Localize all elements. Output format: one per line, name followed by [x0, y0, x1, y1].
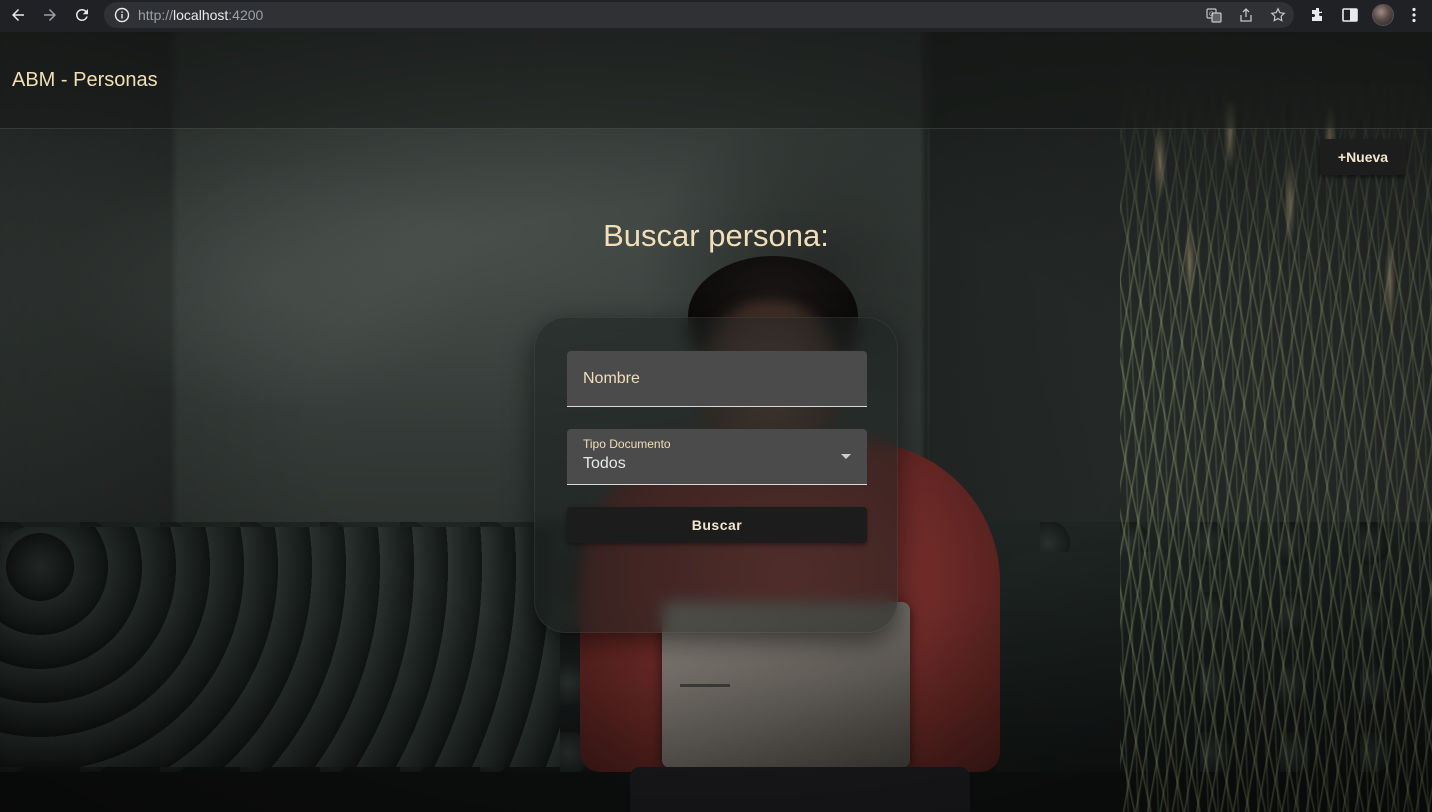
- forward-icon[interactable]: [38, 3, 62, 27]
- page-title: Buscar persona:: [603, 218, 829, 253]
- search-button[interactable]: Buscar: [567, 507, 867, 543]
- address-bar[interactable]: http://localhost:4200 G: [104, 2, 1294, 28]
- dropdown-arrow-icon: [841, 454, 851, 459]
- kebab-menu-icon[interactable]: [1405, 6, 1423, 24]
- tipo-documento-select[interactable]: Tipo Documento Todos: [567, 429, 867, 485]
- search-form-card: Nombre Tipo Documento Todos Buscar: [534, 317, 898, 633]
- app-title: ABM - Personas: [12, 69, 158, 91]
- info-icon[interactable]: [114, 7, 130, 23]
- nombre-placeholder: Nombre: [583, 370, 640, 387]
- url-text: http://localhost:4200: [138, 7, 264, 23]
- tipo-documento-value: Todos: [583, 455, 626, 472]
- side-panel-icon[interactable]: [1341, 6, 1359, 24]
- extensions-icon[interactable]: [1309, 6, 1327, 24]
- bookmark-star-icon[interactable]: [1270, 7, 1286, 23]
- browser-toolbar: http://localhost:4200 G: [0, 0, 1432, 32]
- tipo-documento-label: Tipo Documento: [583, 437, 671, 451]
- app-toolbar: ABM - Personas: [0, 32, 1432, 129]
- translate-icon[interactable]: G: [1206, 7, 1222, 23]
- nombre-input[interactable]: Nombre: [567, 351, 867, 407]
- new-person-button[interactable]: +Nueva: [1320, 139, 1406, 175]
- page-viewport: ABM - Personas +Nueva Buscar persona: No…: [0, 32, 1432, 812]
- share-icon[interactable]: [1238, 7, 1254, 23]
- back-icon[interactable]: [6, 3, 30, 27]
- reload-icon[interactable]: [70, 3, 94, 27]
- svg-text:G: G: [1209, 11, 1214, 18]
- profile-avatar[interactable]: [1372, 4, 1394, 26]
